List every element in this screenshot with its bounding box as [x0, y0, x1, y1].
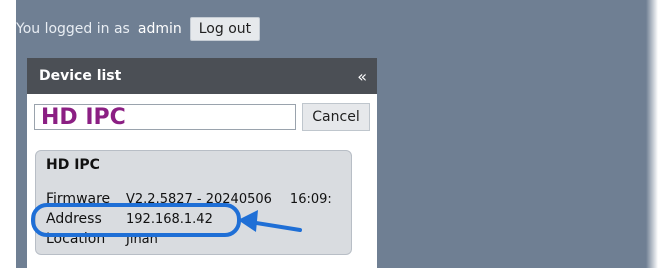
device-list-panel: Device list « Cancel HD IPC Firmware V2.… [27, 58, 377, 268]
collapse-icon[interactable]: « [357, 67, 367, 86]
panel-title: Device list [39, 68, 122, 84]
firmware-time: 16:09: [289, 191, 332, 207]
right-edge-fade [646, 0, 658, 268]
address-label: Address [46, 211, 102, 227]
device-search-input[interactable] [34, 104, 296, 130]
device-name: HD IPC [46, 157, 100, 173]
logout-button[interactable]: Log out [189, 17, 261, 41]
location-value: Jinan [126, 231, 158, 247]
device-card[interactable]: HD IPC Firmware V2.2.5827 - 20240506 16:… [35, 150, 352, 255]
username: admin [137, 21, 182, 37]
address-row: Address 192.168.1.42 [46, 209, 341, 229]
address-value: 192.168.1.42 [126, 211, 213, 227]
top-bar: You logged in as admin Log out [16, 16, 261, 42]
panel-header: Device list « [27, 58, 377, 94]
cancel-button[interactable]: Cancel [302, 103, 370, 131]
search-row: Cancel [34, 102, 374, 132]
firmware-row: Firmware V2.2.5827 - 20240506 16:09: [46, 189, 341, 209]
firmware-value: V2.2.5827 - 20240506 [126, 191, 272, 207]
logged-in-text: You logged in as [16, 21, 130, 37]
location-label: Location [46, 231, 106, 247]
firmware-label: Firmware [46, 191, 111, 207]
location-row: Location Jinan [46, 229, 341, 249]
